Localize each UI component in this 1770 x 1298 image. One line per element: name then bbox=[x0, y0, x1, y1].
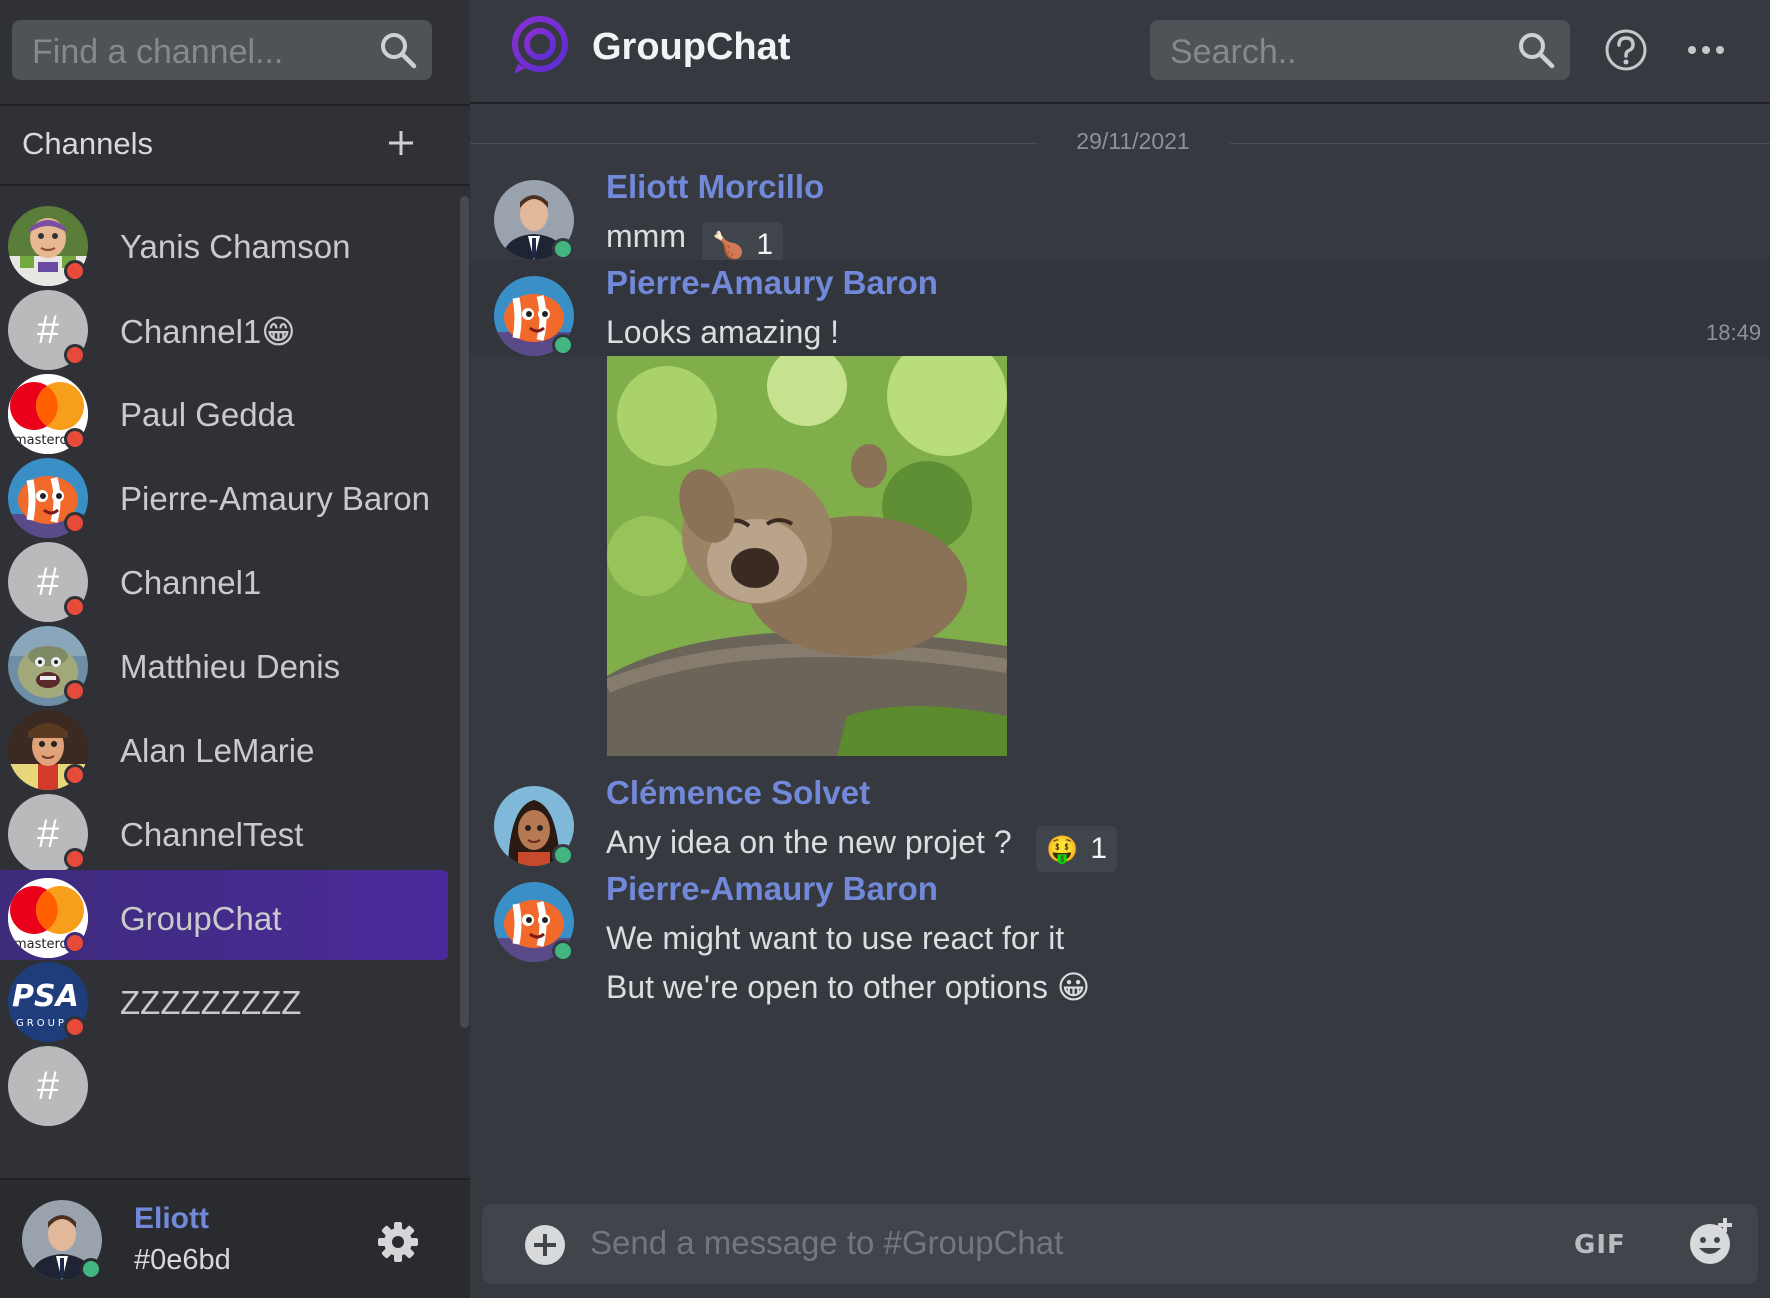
channel-name: Channel1 bbox=[120, 564, 262, 601]
status-offline-dot bbox=[64, 512, 86, 534]
message-reaction[interactable]: 🤑 1 bbox=[1036, 826, 1118, 872]
status-offline-dot bbox=[64, 344, 86, 366]
app-logo-icon bbox=[512, 16, 568, 74]
chat-header: GroupChat Search.. bbox=[470, 0, 1770, 104]
message-author[interactable]: Pierre-Amaury Baron bbox=[606, 264, 938, 302]
message-timestamp: 18:49 bbox=[1706, 320, 1762, 345]
message-text: Any idea on the new projet ? bbox=[606, 824, 1012, 860]
channel-item-pierre-amaury-baron[interactable]: Pierre-Amaury Baron bbox=[0, 450, 448, 540]
status-online-dot bbox=[552, 238, 574, 260]
channel-name: Alan LeMarie bbox=[120, 732, 315, 769]
message-author[interactable]: Eliott Morcillo bbox=[606, 168, 824, 206]
channel-name: Pierre-Amaury Baron bbox=[120, 480, 430, 517]
search-icon[interactable] bbox=[378, 30, 418, 70]
status-online-dot bbox=[552, 334, 574, 356]
channel-name: ZZZZZZZZZ bbox=[120, 984, 302, 1021]
channel-item-channel1[interactable]: # Channel1 bbox=[0, 534, 448, 624]
channels-header: Channels bbox=[22, 126, 153, 161]
status-offline-dot bbox=[64, 932, 86, 954]
channel-list-scrollbar[interactable] bbox=[460, 196, 469, 1028]
status-online-dot bbox=[552, 940, 574, 962]
message-text-line: We might want to use react for it bbox=[606, 920, 1065, 956]
channel-list: Yanis Chamson # Channel1😁 mastercard Pau… bbox=[0, 186, 460, 1178]
channel-item-alan-lemarie[interactable]: Alan LeMarie bbox=[0, 702, 448, 792]
status-offline-dot bbox=[64, 428, 86, 450]
message-author[interactable]: Pierre-Amaury Baron bbox=[606, 870, 938, 908]
message-search-input[interactable]: Search.. bbox=[1150, 20, 1570, 80]
channel-item-partial[interactable]: # bbox=[0, 1038, 448, 1128]
channel-item-yanis-chamson[interactable]: Yanis Chamson bbox=[0, 198, 448, 288]
hash-icon: # bbox=[8, 1046, 88, 1126]
app-window: Find a channel... Channels Yanis Chamson… bbox=[0, 0, 1770, 1298]
channel-item-channeltest[interactable]: # ChannelTest bbox=[0, 786, 448, 876]
status-offline-dot bbox=[64, 764, 86, 786]
search-icon[interactable] bbox=[1516, 30, 1556, 70]
message-text: Looks amazing ! bbox=[606, 314, 840, 350]
status-offline-dot bbox=[64, 1016, 86, 1038]
user-panel: Eliott #0e6bd bbox=[0, 1178, 470, 1298]
separator-line bbox=[470, 143, 1038, 144]
channel-item-paul-gedda[interactable]: mastercard Paul Gedda bbox=[0, 366, 448, 456]
message-composer[interactable]: Send a message to #GroupChat GIF bbox=[482, 1204, 1758, 1284]
date-label: 29/11/2021 bbox=[1076, 128, 1190, 154]
message-author[interactable]: Clémence Solvet bbox=[606, 774, 870, 812]
channel-name: Yanis Chamson bbox=[120, 228, 351, 265]
status-offline-dot bbox=[64, 596, 86, 618]
gif-button[interactable]: GIF bbox=[1574, 1230, 1626, 1260]
gear-icon[interactable] bbox=[376, 1220, 420, 1264]
chat-area: GroupChat Search.. 29/11/2021 Eliott Mor… bbox=[470, 0, 1770, 1298]
help-icon[interactable] bbox=[1604, 28, 1648, 72]
current-user-tag: #0e6bd bbox=[134, 1244, 231, 1276]
sidebar: Find a channel... Channels Yanis Chamson… bbox=[0, 0, 470, 1298]
channel-name: ChannelTest bbox=[120, 816, 304, 853]
psa-logo-text: PSA bbox=[12, 979, 79, 1014]
emoji-picker-icon[interactable] bbox=[1688, 1218, 1736, 1266]
channel-search-input[interactable]: Find a channel... bbox=[12, 20, 432, 80]
reaction-count: 1 bbox=[1090, 832, 1108, 865]
channel-item-matthieu-denis[interactable]: Matthieu Denis bbox=[0, 618, 448, 708]
drumstick-emoji: 🍗 bbox=[712, 229, 745, 260]
divider bbox=[0, 104, 470, 106]
message-search-placeholder: Search.. bbox=[1170, 33, 1297, 71]
channel-item-zzzzzzzzz[interactable]: PSA GROUP ZZZZZZZZZ bbox=[0, 954, 448, 1044]
monkey-gif-image[interactable] bbox=[607, 356, 1007, 756]
status-offline-dot bbox=[64, 680, 86, 702]
more-options-icon[interactable] bbox=[1686, 36, 1726, 64]
add-attachment-icon[interactable] bbox=[524, 1224, 566, 1266]
add-channel-icon[interactable] bbox=[385, 127, 417, 159]
date-separator: 29/11/2021 bbox=[470, 128, 1770, 158]
channel-title: GroupChat bbox=[592, 26, 791, 68]
channel-item-groupchat[interactable]: mastercard GroupChat bbox=[0, 870, 448, 960]
psa-logo-subtext: GROUP bbox=[16, 1018, 67, 1029]
current-user-name: Eliott bbox=[134, 1202, 209, 1235]
channel-name: Channel1😁 bbox=[120, 313, 296, 350]
status-offline-dot bbox=[64, 848, 86, 870]
channel-item-channel1-emoji[interactable]: # Channel1😁 bbox=[0, 282, 448, 372]
reaction-count: 1 bbox=[756, 228, 774, 261]
status-online-dot bbox=[552, 844, 574, 866]
status-online-dot bbox=[80, 1258, 102, 1280]
money-mouth-emoji: 🤑 bbox=[1046, 833, 1079, 864]
separator-line bbox=[1230, 143, 1770, 144]
channel-name: Paul Gedda bbox=[120, 396, 295, 433]
channel-name: GroupChat bbox=[120, 900, 282, 937]
message-input-placeholder[interactable]: Send a message to #GroupChat bbox=[590, 1224, 1063, 1262]
status-offline-dot bbox=[64, 260, 86, 282]
channel-name: Matthieu Denis bbox=[120, 648, 341, 685]
message-text: mmm bbox=[606, 218, 686, 254]
message-text-line: But we're open to other options 😀 bbox=[606, 969, 1091, 1005]
channel-search-placeholder: Find a channel... bbox=[32, 33, 284, 71]
